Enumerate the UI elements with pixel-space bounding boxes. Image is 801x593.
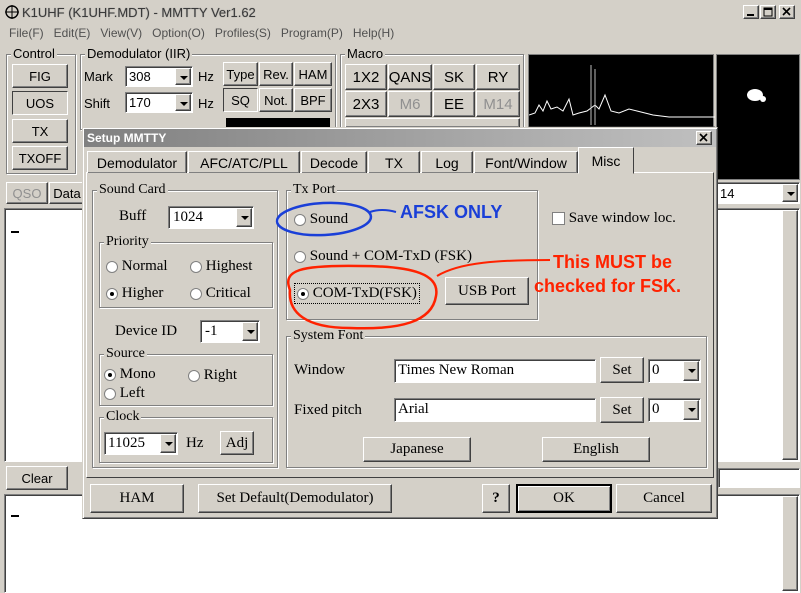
afsk-annotation: AFSK ONLY <box>400 202 503 222</box>
red-annotation-ellipse <box>287 264 438 330</box>
blue-annotation-connector <box>369 209 397 213</box>
must-annotation-line2: checked for FSK. <box>534 276 682 296</box>
must-annotation-line1: This MUST be <box>553 252 673 272</box>
blue-annotation-ellipse <box>275 201 373 237</box>
red-annotation-connector <box>436 259 551 277</box>
